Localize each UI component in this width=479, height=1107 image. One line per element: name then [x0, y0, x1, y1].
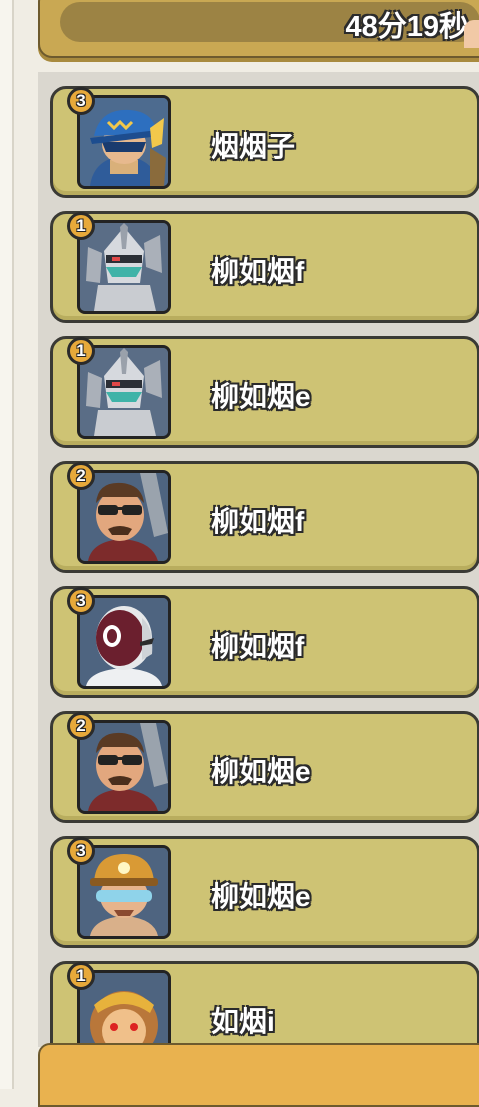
rank-badge: 1 [67, 212, 95, 240]
list-item[interactable]: 1 如烟i [50, 961, 479, 1047]
list-item[interactable]: 3 柳如烟f [50, 586, 479, 698]
player-name: 柳如烟f [211, 506, 305, 537]
rank-badge: 3 [67, 587, 95, 615]
list-item[interactable]: 3 烟烟子 [50, 86, 479, 198]
player-name: 如烟i [211, 1006, 275, 1037]
list-item[interactable]: 2 柳如烟e [50, 711, 479, 823]
rank-badge: 3 [67, 87, 95, 115]
list-item[interactable]: 2 柳如烟f [50, 461, 479, 573]
rank-badge: 2 [67, 462, 95, 490]
ranking-list[interactable]: 3 烟烟子 1 柳如烟f 1 柳如烟e 2 柳如烟f 3 柳如烟f 2 柳如烟e… [38, 72, 479, 1047]
rank-badge: 3 [67, 837, 95, 865]
banner-deco [464, 20, 479, 48]
player-name: 柳如烟f [211, 631, 305, 662]
timer-text: 48分19秒 [345, 11, 468, 43]
list-item[interactable]: 1 柳如烟f [50, 211, 479, 323]
rank-badge: 1 [67, 337, 95, 365]
timer-banner: 48分19秒 [38, 0, 479, 58]
player-name: 柳如烟e [211, 756, 311, 787]
rank-badge: 1 [67, 962, 95, 990]
bottom-bar [38, 1043, 479, 1107]
left-rail [0, 0, 14, 1089]
list-item[interactable]: 1 柳如烟e [50, 336, 479, 448]
rank-badge: 2 [67, 712, 95, 740]
player-name: 烟烟子 [211, 131, 296, 162]
player-name: 柳如烟f [211, 256, 305, 287]
player-name: 柳如烟e [211, 881, 311, 912]
list-item[interactable]: 3 柳如烟e [50, 836, 479, 948]
player-name: 柳如烟e [211, 381, 311, 412]
